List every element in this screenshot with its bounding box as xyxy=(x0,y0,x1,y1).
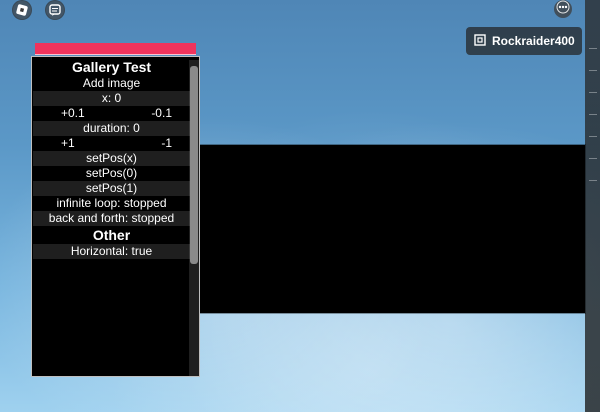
setpos-x-button[interactable]: setPos(x) xyxy=(33,151,190,166)
duration-label: duration: 0 xyxy=(33,121,190,136)
panel-divider xyxy=(589,114,597,115)
panel-accent-bar xyxy=(35,43,196,55)
roblox-menu-button[interactable] xyxy=(12,0,32,20)
panel-divider xyxy=(589,136,597,137)
panel-divider xyxy=(589,92,597,93)
more-button[interactable] xyxy=(554,0,572,18)
panel-divider xyxy=(589,180,597,181)
gallery-panel-content: Gallery Test Add image x: 0 +0.1 -0.1 du… xyxy=(33,58,190,376)
x-minus-button[interactable]: -0.1 xyxy=(151,106,172,121)
x-value-label: x: 0 xyxy=(33,91,190,106)
roblox-r-icon xyxy=(474,33,486,49)
username-label: Rockraider400 xyxy=(492,34,575,48)
username-pill[interactable]: Rockraider400 xyxy=(466,27,582,55)
chat-icon xyxy=(48,3,62,17)
duration-plus-button[interactable]: +1 xyxy=(61,136,75,151)
panel-divider xyxy=(589,70,597,71)
infinite-loop-toggle[interactable]: infinite loop: stopped xyxy=(33,196,190,211)
back-and-forth-toggle[interactable]: back and forth: stopped xyxy=(33,211,190,226)
gallery-title: Gallery Test xyxy=(71,59,152,75)
x-plus-button[interactable]: +0.1 xyxy=(61,106,85,121)
duration-minus-button[interactable]: -1 xyxy=(161,136,172,151)
ellipsis-icon xyxy=(556,0,570,19)
game-viewport: Rockraider400 Gallery Test Add image x: … xyxy=(0,0,600,412)
gallery-scroll-thumb[interactable] xyxy=(190,66,198,264)
panel-divider xyxy=(589,48,597,49)
roblox-logo-icon xyxy=(15,3,29,17)
panel-divider xyxy=(589,158,597,159)
studio-side-panel xyxy=(585,0,600,412)
x-increment-row: +0.1 -0.1 xyxy=(33,106,190,121)
add-image-button[interactable]: Add image xyxy=(33,76,190,91)
horizontal-toggle[interactable]: Horizontal: true xyxy=(33,244,190,259)
setpos-1-button[interactable]: setPos(1) xyxy=(33,181,190,196)
gallery-panel: Gallery Test Add image x: 0 +0.1 -0.1 du… xyxy=(31,56,200,377)
gallery-scrollbar[interactable] xyxy=(189,60,199,376)
other-section-title: Other xyxy=(92,227,131,243)
duration-increment-row: +1 -1 xyxy=(33,136,190,151)
setpos-0-button[interactable]: setPos(0) xyxy=(33,166,190,181)
chat-button[interactable] xyxy=(45,0,65,20)
gallery-viewer-frame xyxy=(199,145,585,313)
